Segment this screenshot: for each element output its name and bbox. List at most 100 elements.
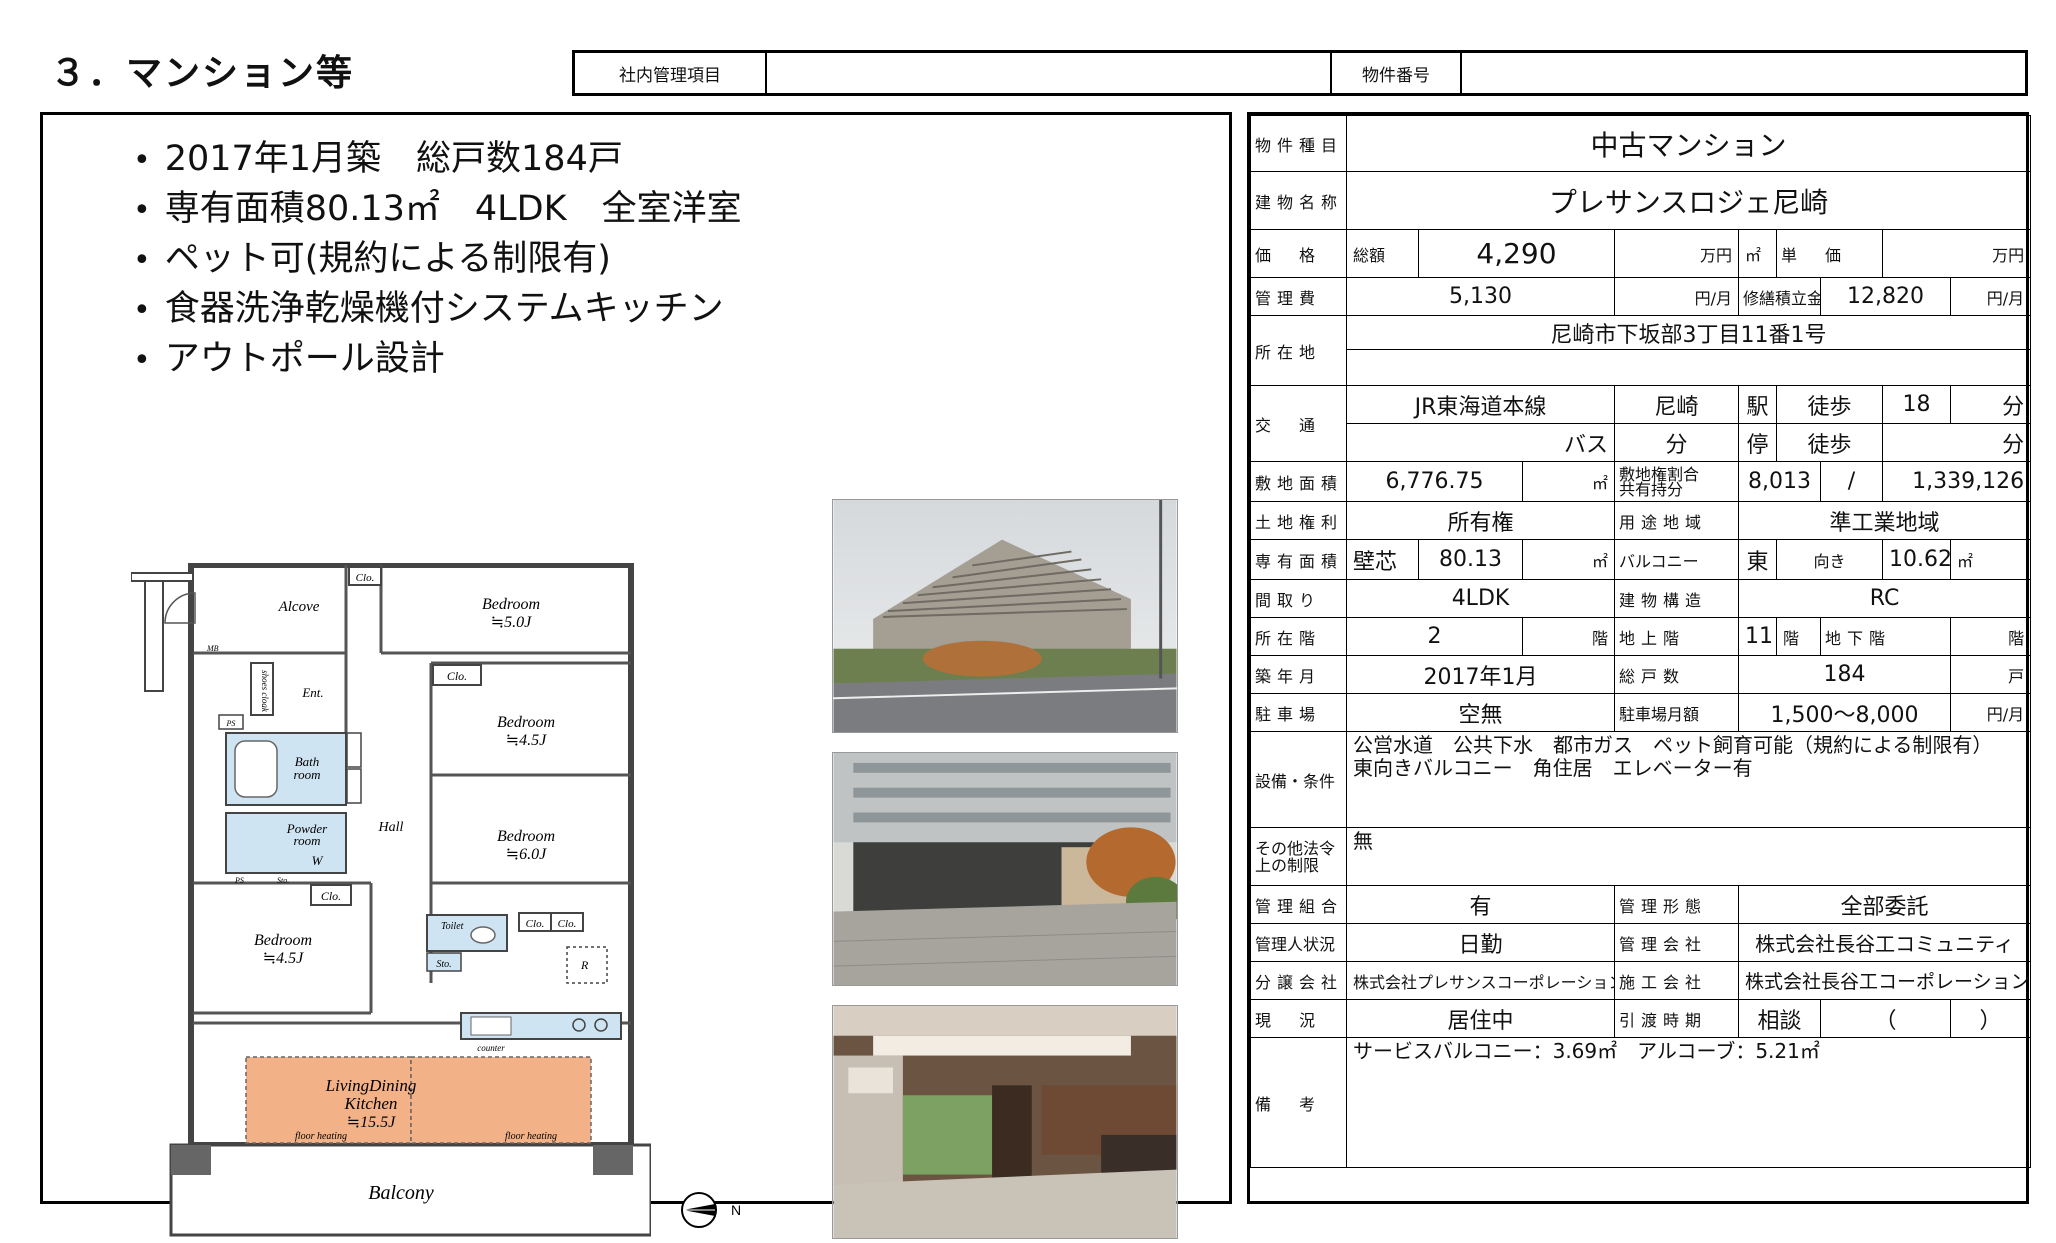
fridge-label: R bbox=[580, 958, 589, 972]
parking-value: 空無 bbox=[1346, 693, 1615, 732]
floor-plan: Balcony Clo. Clo. Clo. Clo. Clo. Alcove bbox=[131, 563, 651, 1237]
mgmt-fee-value: 5,130 bbox=[1346, 277, 1615, 316]
highlight-item: 専有面積80.13㎡ 4LDK 全室洋室 bbox=[133, 185, 742, 235]
repair-fund-value: 12,820 bbox=[1820, 277, 1951, 316]
address-value: 尼崎市下坂部3丁目11番1号 bbox=[1345, 315, 2032, 350]
other-law-header: その他法令 bbox=[1255, 838, 1336, 858]
floor-value: 2 bbox=[1346, 617, 1523, 656]
mgmt-assoc-header: 管理組合 bbox=[1250, 885, 1347, 924]
land-area-unit: ㎡ bbox=[1522, 461, 1615, 502]
parking-header: 駐車場 bbox=[1250, 693, 1347, 732]
highlight-item: 2017年1月築 総戸数184戸 bbox=[133, 135, 742, 185]
entrance-label: Ent. bbox=[301, 685, 323, 700]
floor-area-value: 80.13 bbox=[1418, 539, 1523, 580]
property-type-value: 中古マンション bbox=[1345, 115, 2032, 172]
land-right-header: 土地権利 bbox=[1250, 501, 1347, 540]
balcony-direction: 東 bbox=[1738, 539, 1777, 580]
land-share-slash: / bbox=[1820, 461, 1883, 502]
highlight-list: 2017年1月築 総戸数184戸 専有面積80.13㎡ 4LDK 全室洋室 ペッ… bbox=[133, 135, 742, 385]
mgmt-fee-unit: 円/月 bbox=[1614, 277, 1739, 316]
rail-line-value: JR東海道本線 bbox=[1346, 385, 1615, 424]
total-label: 総額 bbox=[1346, 229, 1419, 278]
ps-label: PS bbox=[226, 719, 236, 728]
bath-room-label: room bbox=[294, 767, 321, 782]
balcony-header: バルコニー bbox=[1614, 539, 1739, 580]
counter-label: counter bbox=[477, 1043, 505, 1053]
bedroom-size: ≒4.5J bbox=[506, 732, 547, 749]
seller-header: 分譲会社 bbox=[1250, 961, 1347, 1000]
zoning-value: 準工業地域 bbox=[1737, 501, 2032, 540]
other-law-value: 無 bbox=[1345, 827, 2032, 886]
status-value: 居住中 bbox=[1346, 999, 1615, 1038]
structure-header: 建物構造 bbox=[1614, 579, 1739, 618]
land-area-value: 6,776.75 bbox=[1346, 461, 1523, 502]
land-share-denominator: 1,339,126 bbox=[1881, 461, 2032, 502]
parking-fee-value: 1,500〜8,000 bbox=[1738, 693, 1951, 732]
bedroom-label: Bedroom bbox=[497, 714, 555, 731]
price-value: 4,290 bbox=[1418, 229, 1615, 278]
mgmt-assoc-value: 有 bbox=[1346, 885, 1615, 924]
building-entrance-photo bbox=[832, 752, 1178, 986]
highlight-item: 食器洗浄乾燥機付システムキッチン bbox=[133, 285, 742, 335]
spec-table: 物件種目 中古マンション 建物名称 プレサンスロジェ尼崎 価 格 総額 4,29… bbox=[1250, 115, 2032, 1168]
bedroom-size: ≒4.5J bbox=[263, 950, 304, 967]
bedroom-label: Bedroom bbox=[497, 828, 555, 845]
closet-label: Clo. bbox=[447, 669, 467, 683]
builder-header: 施工会社 bbox=[1614, 961, 1739, 1000]
handover-header: 引渡時期 bbox=[1614, 999, 1739, 1038]
alcove-label: Alcove bbox=[278, 599, 320, 615]
closet-label: Clo. bbox=[558, 918, 577, 930]
building-name-header: 建物名称 bbox=[1250, 171, 1347, 230]
unit-price-header: 単 価 bbox=[1776, 229, 1883, 278]
property-number-field[interactable] bbox=[1462, 53, 2025, 93]
balcony-area-unit: ㎡ bbox=[1949, 539, 2032, 580]
equipment-header: 設備・条件 bbox=[1250, 731, 1347, 828]
storage-label: Sto. bbox=[277, 876, 289, 885]
address-header: 所在地 bbox=[1250, 315, 1347, 386]
floor-area-unit: ㎡ bbox=[1522, 539, 1615, 580]
type-header: 物件種目 bbox=[1250, 115, 1347, 172]
other-law-header-2: 上の制限 bbox=[1255, 855, 1320, 875]
layout-header: 間取り bbox=[1250, 579, 1347, 618]
price-header: 価 格 bbox=[1250, 229, 1347, 278]
total-units-value: 184 bbox=[1738, 655, 1951, 694]
mgmt-form-value: 全部委託 bbox=[1737, 885, 2032, 924]
repair-fund-unit: 円/月 bbox=[1949, 277, 2032, 316]
co-ownership-header: 共有持分 bbox=[1619, 479, 1684, 499]
below-ground-header: 地下階 bbox=[1820, 617, 1951, 656]
below-ground-unit: 階 bbox=[1949, 617, 2032, 656]
zoning-header: 用途地域 bbox=[1614, 501, 1739, 540]
floor-unit: 階 bbox=[1522, 617, 1615, 656]
walk-minutes: 18 bbox=[1882, 385, 1951, 424]
lobby-photo bbox=[832, 1005, 1178, 1239]
mgmt-company-header: 管理会社 bbox=[1614, 923, 1739, 962]
kitchen-label: Kitchen bbox=[344, 1094, 398, 1113]
handover-paren-open: （ bbox=[1820, 999, 1951, 1038]
station-value: 尼崎 bbox=[1614, 385, 1739, 424]
ldk-area-right bbox=[410, 1056, 592, 1144]
internal-mgmt-label: 社内管理項目 bbox=[575, 53, 767, 93]
overview-panel: 2017年1月築 総戸数184戸 専有面積80.13㎡ 4LDK 全室洋室 ペッ… bbox=[40, 112, 1232, 1239]
repair-fund-header: 修繕積立金 bbox=[1738, 277, 1821, 316]
toilet-label: Toilet bbox=[441, 921, 464, 932]
north-arrow-icon: N bbox=[681, 1192, 741, 1228]
equipment-line-1: 公営水道 公共下水 都市ガス ペット飼育可能（規約による制限有） bbox=[1353, 733, 1993, 757]
access-header: 交 通 bbox=[1250, 385, 1347, 462]
building-name-value: プレサンスロジェ尼崎 bbox=[1345, 171, 2032, 230]
parking-fee-header: 駐車場月額 bbox=[1614, 693, 1739, 732]
built-date-value: 2017年1月 bbox=[1346, 655, 1615, 694]
unit-price-unit: 万円 bbox=[1881, 229, 2032, 278]
mgmt-company-value: 株式会社長谷工コミュニティ bbox=[1737, 923, 2032, 962]
manager-status-header: 管理人状況 bbox=[1250, 923, 1347, 962]
closet-label: Clo. bbox=[526, 918, 545, 930]
price-unit: 万円 bbox=[1614, 229, 1739, 278]
floor-heating-label: floor heating bbox=[505, 1131, 557, 1142]
land-share-numerator: 8,013 bbox=[1738, 461, 1821, 502]
status-header: 現 況 bbox=[1250, 999, 1347, 1038]
building-exterior-photo bbox=[832, 499, 1178, 733]
above-ground-header: 地上階 bbox=[1614, 617, 1739, 656]
internal-mgmt-field[interactable] bbox=[767, 53, 1332, 93]
bus-walk-label: 徒歩 bbox=[1776, 423, 1883, 462]
land-area-header: 敷地面積 bbox=[1250, 461, 1347, 502]
ldk-label: LivingDining bbox=[325, 1076, 417, 1095]
